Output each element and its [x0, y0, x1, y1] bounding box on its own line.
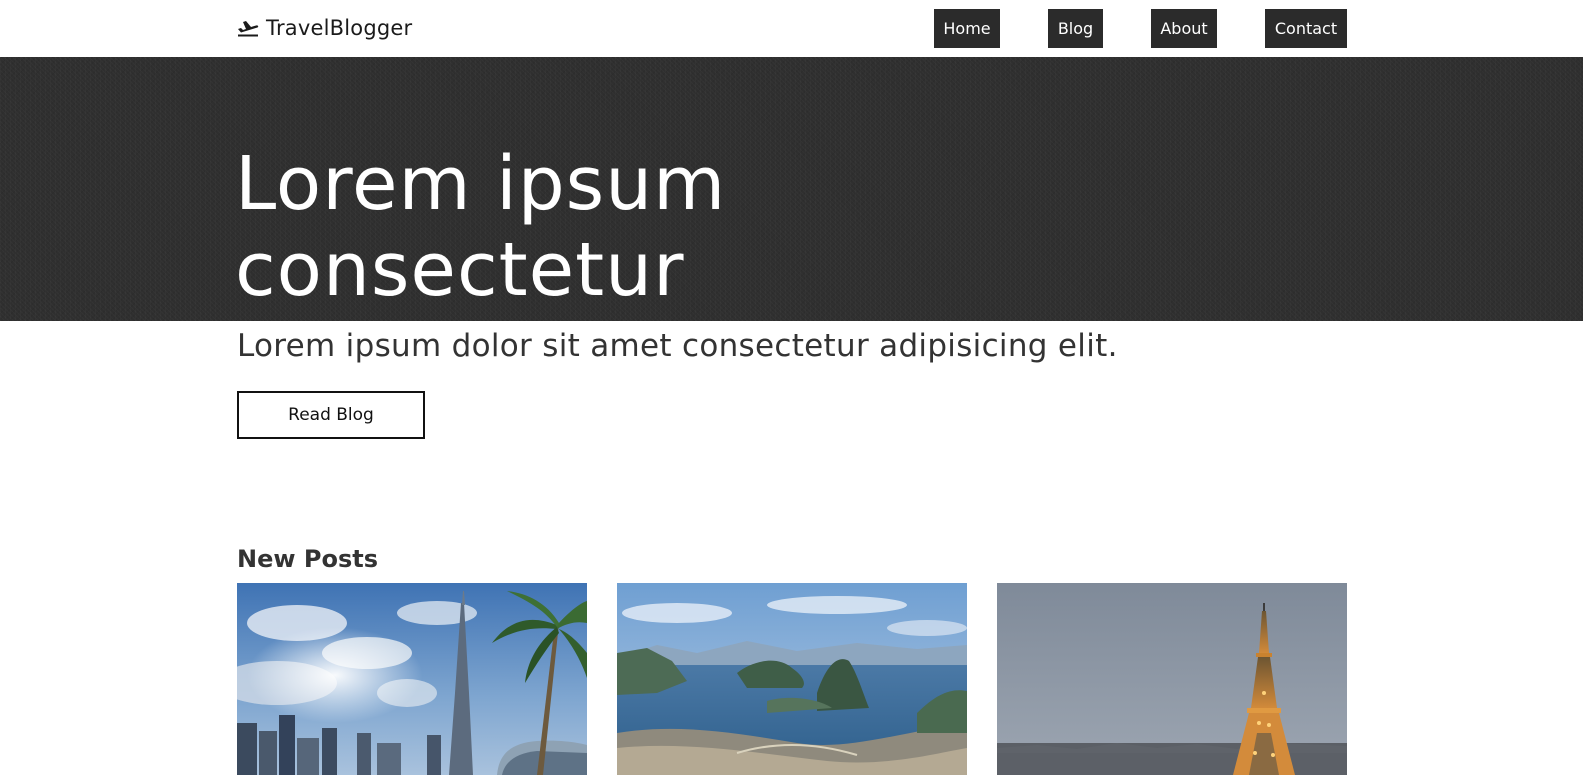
nav-home-link[interactable]: Home — [934, 9, 1000, 48]
dubai-skyline-image — [237, 583, 587, 775]
hero-title-line-1: Lorem ipsum — [235, 141, 727, 227]
hero-title: Lorem ipsum consectetur — [235, 141, 935, 313]
brand-logo[interactable]: TravelBlogger — [237, 14, 412, 42]
hero-banner: Lorem ipsum consectetur — [0, 57, 1583, 321]
hero-title-line-2: consectetur — [235, 227, 685, 313]
new-posts-heading: New Posts — [237, 545, 379, 573]
nav-about-link[interactable]: About — [1151, 9, 1217, 48]
airplane-departure-icon — [238, 21, 259, 37]
navbar: TravelBlogger Home Blog About Contact — [0, 0, 1583, 57]
post-card-dubai[interactable] — [237, 583, 587, 775]
brand-name: TravelBlogger — [266, 16, 413, 40]
paris-eiffel-tower-image — [997, 583, 1347, 775]
rio-bay-image — [617, 583, 967, 775]
hero-subtitle: Lorem ipsum dolor sit amet consectetur a… — [237, 328, 1118, 364]
read-blog-button[interactable]: Read Blog — [237, 391, 425, 439]
nav-contact-link[interactable]: Contact — [1265, 9, 1347, 48]
nav-blog-link[interactable]: Blog — [1048, 9, 1103, 48]
post-card-paris[interactable] — [997, 583, 1347, 775]
post-card-rio[interactable] — [617, 583, 967, 775]
